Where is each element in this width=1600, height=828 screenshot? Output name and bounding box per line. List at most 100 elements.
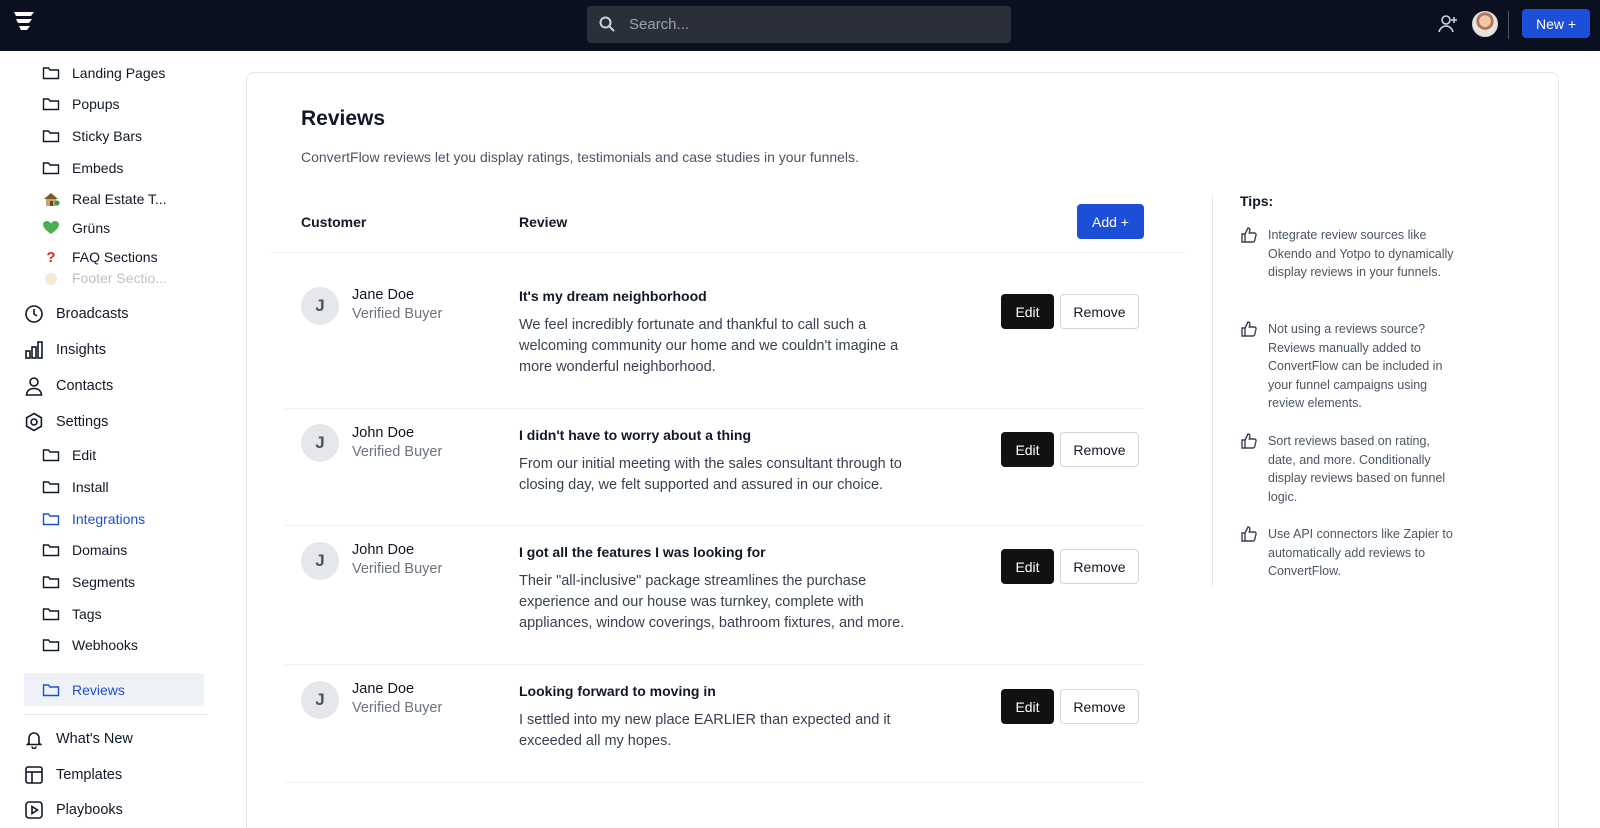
play-icon [25,801,43,819]
sidebar-item-label: Real Estate T... [72,191,167,207]
sidebar-item-label: FAQ Sections [72,249,158,265]
review-body: We feel incredibly fortunate and thankfu… [519,317,899,375]
customer-name: Jane Doe [352,287,415,303]
sidebar-item-webhooks[interactable]: Webhooks [42,630,138,660]
sidebar-item-domains[interactable]: Domains [42,535,127,565]
sidebar-item-footer-sections[interactable]: Footer Sectio... [42,270,167,288]
sidebar-item-label: Webhooks [72,637,138,653]
tip-item: Sort reviews based on rating, date, and … [1240,432,1460,506]
column-header-customer: Customer [301,214,367,230]
sidebar-item-label: Embeds [72,160,124,176]
folder-icon [42,162,60,175]
sidebar-item-label: Edit [72,447,97,463]
review-body: I settled into my new place EARLIER than… [519,712,891,749]
review-body: From our initial meeting with the sales … [519,456,902,493]
edit-button[interactable]: Edit [1001,689,1054,724]
tip-item: Not using a reviews source? Reviews manu… [1240,320,1460,413]
sidebar-item-integrations[interactable]: Integrations [42,504,145,534]
user-avatar[interactable] [1472,11,1498,37]
person-icon [25,377,43,396]
remove-button[interactable]: Remove [1060,549,1139,584]
sidebar-item-landing-pages[interactable]: Landing Pages [42,58,165,88]
review-title: Looking forward to moving in [519,683,716,699]
sidebar-item-edit[interactable]: Edit [42,440,96,470]
folder-icon [42,449,60,462]
new-button[interactable]: New + [1522,9,1590,38]
sidebar-item-label: Integrations [72,511,146,527]
tip-item: Integrate review sources like Okendo and… [1240,226,1460,282]
sidebar-item-label: Grüns [72,220,111,236]
sidebar-item-install[interactable]: Install [42,472,109,502]
edit-button[interactable]: Edit [1001,549,1054,584]
sidebar-item-insights[interactable]: Insights [24,333,106,367]
folder-icon [42,481,60,494]
customer-avatar: J [301,681,339,719]
sidebar-item-tags[interactable]: Tags [42,599,102,629]
tips-title: Tips: [1240,193,1274,209]
add-user-icon[interactable] [1437,13,1459,35]
sidebar-item-faq-sections[interactable]: ? FAQ Sections [42,242,158,272]
gear-icon [25,412,43,432]
sidebar-item-label: Broadcasts [56,306,129,322]
sidebar-item-label: Domains [72,542,128,558]
sidebar-item-segments[interactable]: Segments [42,567,135,597]
tip-text: Sort reviews based on rating, date, and … [1268,434,1446,504]
sidebar-item-label: Reviews [72,682,125,698]
customer-name: John Doe [352,542,415,558]
sidebar-item-label: Playbooks [56,802,123,818]
customer-role: Verified Buyer [352,306,443,322]
sidebar-item-whats-new[interactable]: What's New [24,722,133,756]
convertflow-logo-icon[interactable] [12,9,38,33]
tips-divider [1212,195,1213,587]
footer-emoji-icon [42,270,60,288]
remove-button[interactable]: Remove [1060,294,1139,329]
customer-avatar: J [301,542,339,580]
edit-button[interactable]: Edit [1001,432,1054,467]
page-title: Reviews [301,107,386,130]
tip-text: Use API connectors like Zapier to automa… [1268,527,1453,578]
sidebar-item-playbooks[interactable]: Playbooks [24,793,123,827]
customer-avatar: J [301,424,339,462]
layout-icon [25,766,43,784]
tip-text: Integrate review sources like Okendo and… [1268,228,1454,279]
sidebar-item-contacts[interactable]: Contacts [24,369,113,403]
house-emoji-icon [42,190,60,208]
sidebar-item-gruns[interactable]: Grüns [42,213,110,243]
sidebar-item-reviews[interactable]: Reviews [42,675,125,705]
thumbs-up-icon [1241,321,1257,337]
remove-button[interactable]: Remove [1060,432,1139,467]
add-review-button[interactable]: Add + [1077,204,1144,239]
sidebar-item-label: Popups [72,96,120,112]
customer-role: Verified Buyer [352,561,443,577]
sidebar-item-label: Settings [56,414,109,430]
edit-button[interactable]: Edit [1001,294,1054,329]
sidebar-item-embeds[interactable]: Embeds [42,153,123,183]
question-mark-icon: ? [46,248,56,266]
folder-icon [42,684,60,697]
folder-icon [42,98,60,111]
folder-icon [42,576,60,589]
green-heart-icon [42,219,60,237]
row-divider [285,782,1143,783]
sidebar-item-label: Insights [56,342,106,358]
reviews-panel: Reviews ConvertFlow reviews let you disp… [246,72,1559,828]
review-title: I didn't have to worry about a thing [519,427,751,443]
customer-role: Verified Buyer [352,700,443,716]
folder-icon [42,544,60,557]
folder-icon [42,130,60,143]
sidebar-item-label: What's New [56,731,133,747]
sidebar-item-popups[interactable]: Popups [42,89,119,119]
header-divider [271,252,1185,253]
sidebar-item-real-estate[interactable]: Real Estate T... [42,184,167,214]
search-input[interactable]: Search... [629,16,689,33]
folder-icon [42,513,60,526]
sidebar-item-settings[interactable]: Settings [24,405,108,439]
customer-name: Jane Doe [352,681,415,697]
remove-button[interactable]: Remove [1060,689,1139,724]
top-bar: Search... New + [0,0,1600,51]
review-title: It's my dream neighborhood [519,288,707,304]
sidebar-item-templates[interactable]: Templates [24,758,122,792]
sidebar-item-broadcasts[interactable]: Broadcasts [24,297,129,331]
sidebar-item-sticky-bars[interactable]: Sticky Bars [42,121,142,151]
search-bar[interactable]: Search... [587,6,1011,43]
